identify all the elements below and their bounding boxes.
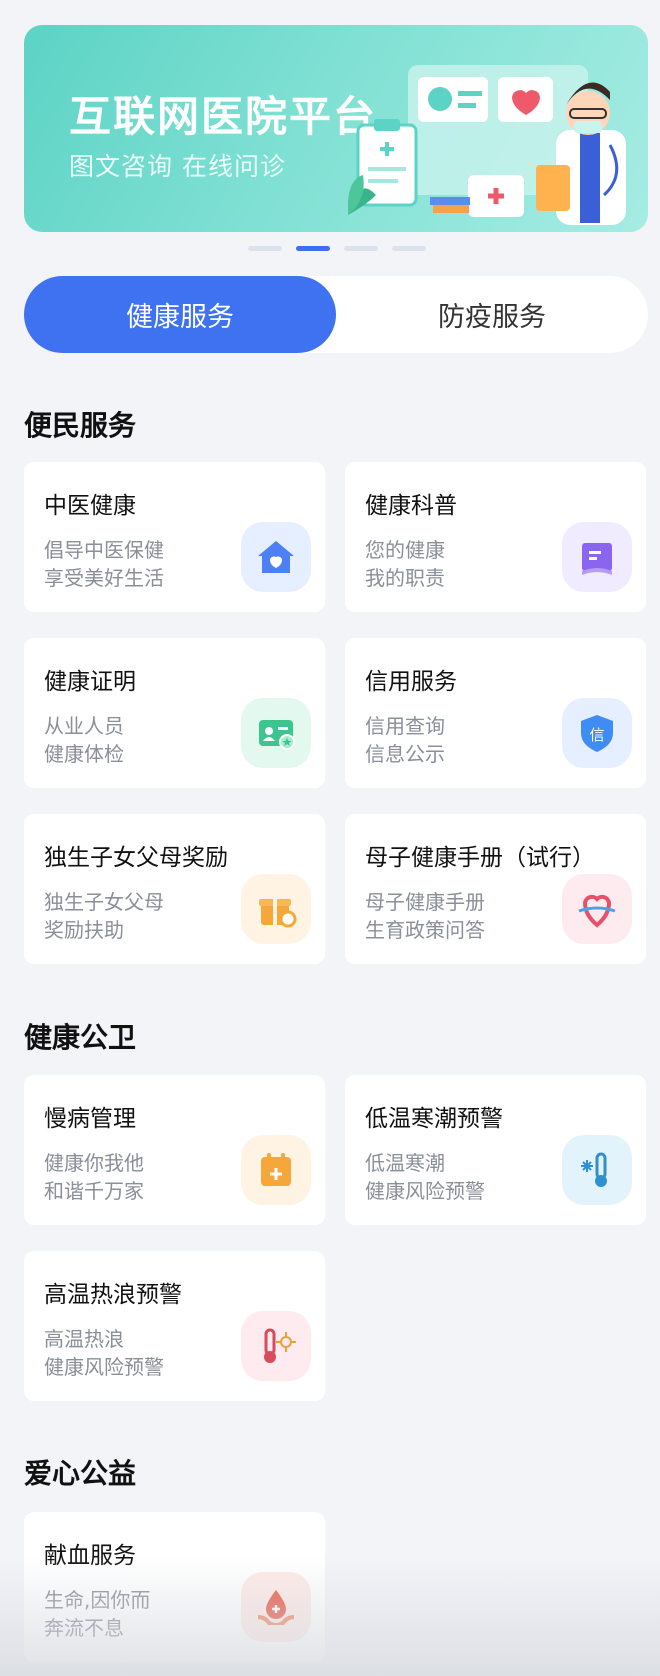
carousel-dot[interactable] xyxy=(344,246,378,251)
card-desc: 从业人员 xyxy=(44,714,124,738)
book-icon xyxy=(562,522,632,592)
cold-thermometer-icon xyxy=(562,1135,632,1205)
card-title: 低温寒潮预警 xyxy=(365,1106,503,1132)
card-title: 健康科普 xyxy=(365,493,457,519)
home-heart-icon xyxy=(241,522,311,592)
card-desc: 生育政策问答 xyxy=(365,918,485,942)
card-desc: 健康风险预警 xyxy=(365,1179,485,1203)
gift-icon xyxy=(241,874,311,944)
card-title: 母子健康手册（试行） xyxy=(365,845,595,871)
card-title: 献血服务 xyxy=(44,1543,136,1569)
section-title-charity: 爱心公益 xyxy=(24,1457,137,1490)
carousel-dot[interactable] xyxy=(392,246,426,251)
card-only-child-reward[interactable]: 独生子女父母奖励 独生子女父母 奖励扶助 xyxy=(24,814,325,964)
heart-ribbon-icon xyxy=(562,874,632,944)
carousel-dot-active[interactable] xyxy=(296,246,330,251)
card-health-education[interactable]: 健康科普 您的健康 我的职责 xyxy=(345,462,646,612)
card-title: 中医健康 xyxy=(44,493,136,519)
carousel-dot[interactable] xyxy=(248,246,282,251)
card-desc: 独生子女父母 xyxy=(44,890,164,914)
blood-drop-hand-icon xyxy=(241,1572,311,1642)
card-title: 信用服务 xyxy=(365,669,457,695)
card-desc: 低温寒潮 xyxy=(365,1151,445,1175)
card-desc: 倡导中医保健 xyxy=(44,538,164,562)
card-health-certificate[interactable]: 健康证明 从业人员 健康体检 xyxy=(24,638,325,788)
doctor-illustration-icon xyxy=(348,65,626,225)
card-tcm-health[interactable]: 中医健康 倡导中医保健 享受美好生活 xyxy=(24,462,325,612)
service-tabs: 健康服务 防疫服务 xyxy=(24,276,648,353)
card-desc: 生命,因你而 xyxy=(44,1588,151,1612)
card-cold-wave-warning[interactable]: 低温寒潮预警 低温寒潮 健康风险预警 xyxy=(345,1075,646,1225)
hot-thermometer-icon xyxy=(241,1311,311,1381)
id-card-icon xyxy=(241,698,311,768)
card-heat-wave-warning[interactable]: 高温热浪预警 高温热浪 健康风险预警 xyxy=(24,1251,325,1401)
card-desc: 健康体检 xyxy=(44,742,124,766)
calendar-plus-icon xyxy=(241,1135,311,1205)
card-title: 独生子女父母奖励 xyxy=(44,845,228,871)
card-desc: 健康你我他 xyxy=(44,1151,144,1175)
credit-shield-icon: 信 xyxy=(562,698,632,768)
banner-subtitle: 图文咨询 在线问诊 xyxy=(69,152,286,181)
carousel-indicator xyxy=(0,246,660,254)
card-desc: 信用查询 xyxy=(365,714,445,738)
svg-text:信: 信 xyxy=(589,726,604,744)
card-credit-service[interactable]: 信用服务 信用查询 信息公示 信 xyxy=(345,638,646,788)
tab-health-service[interactable]: 健康服务 xyxy=(24,276,336,353)
banner-carousel[interactable]: 互联网医院平台 图文咨询 在线问诊 xyxy=(24,25,648,232)
card-chronic-disease[interactable]: 慢病管理 健康你我他 和谐千万家 xyxy=(24,1075,325,1225)
card-maternal-child-handbook[interactable]: 母子健康手册（试行） 母子健康手册 生育政策问答 xyxy=(345,814,646,964)
card-blood-donation[interactable]: 献血服务 生命,因你而 奔流不息 xyxy=(24,1512,325,1662)
card-title: 健康证明 xyxy=(44,669,136,695)
card-desc: 奔流不息 xyxy=(44,1616,124,1640)
section-title-convenience: 便民服务 xyxy=(24,409,137,442)
card-title: 高温热浪预警 xyxy=(44,1282,182,1308)
card-desc: 信息公示 xyxy=(365,742,445,766)
card-desc: 母子健康手册 xyxy=(365,890,485,914)
card-desc: 和谐千万家 xyxy=(44,1179,144,1203)
section-title-public-health: 健康公卫 xyxy=(24,1021,137,1054)
card-desc: 享受美好生活 xyxy=(44,566,164,590)
card-title: 慢病管理 xyxy=(44,1106,136,1132)
banner-title: 互联网医院平台 xyxy=(69,92,378,141)
card-desc: 高温热浪 xyxy=(44,1327,124,1351)
card-desc: 您的健康 xyxy=(365,538,445,562)
card-desc: 我的职责 xyxy=(365,566,445,590)
card-desc: 奖励扶助 xyxy=(44,918,124,942)
card-desc: 健康风险预警 xyxy=(44,1355,164,1379)
tab-epidemic-service[interactable]: 防疫服务 xyxy=(336,276,648,353)
